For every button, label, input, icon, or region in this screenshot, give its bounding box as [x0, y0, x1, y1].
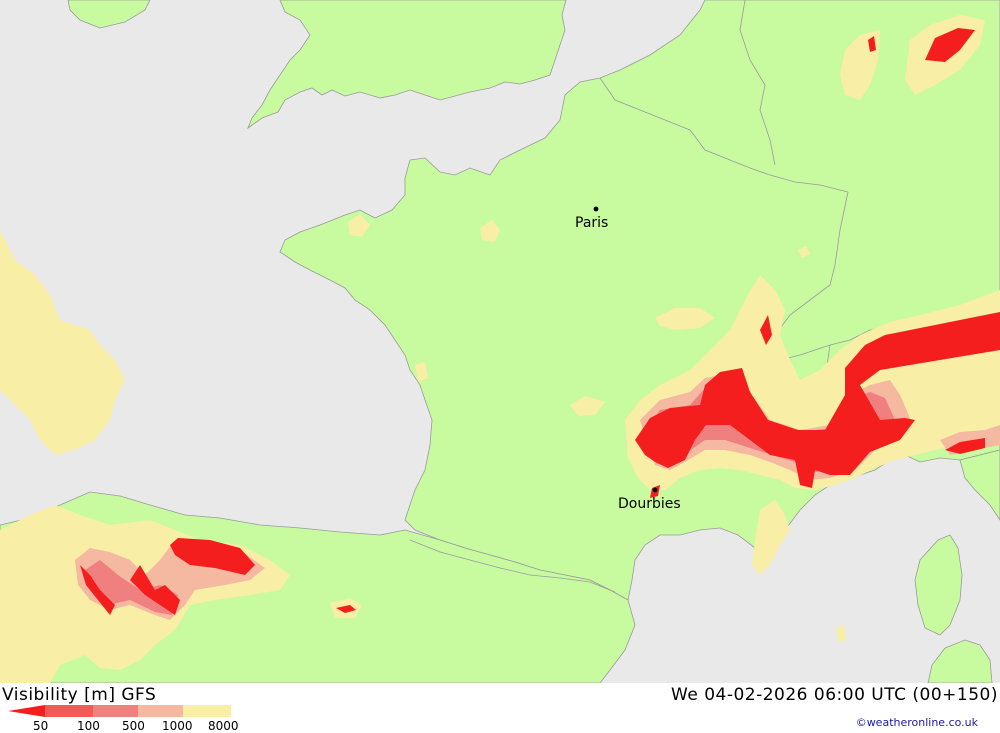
city-label-paris: Paris — [575, 215, 608, 231]
legend-tick-1000: 1000 — [162, 719, 193, 733]
legend-colorbar — [8, 705, 231, 717]
city-marker-dourbies — [652, 487, 658, 493]
city-marker-paris — [593, 206, 599, 212]
legend-tick-8000: 8000 — [208, 719, 239, 733]
legend-tick-100: 100 — [77, 719, 100, 733]
legend-swatch-100 — [45, 705, 93, 717]
legend-tick-500: 500 — [122, 719, 145, 733]
legend-swatch-50 — [8, 705, 45, 717]
visibility-map[interactable]: Paris Dourbies — [0, 0, 1000, 683]
credit-link[interactable]: ©weatheronline.co.uk — [856, 716, 978, 729]
legend-swatch-8000 — [183, 705, 231, 717]
legend-tick-50: 50 — [33, 719, 49, 733]
map-title: Visibility [m] GFS — [2, 685, 157, 705]
map-valid-time: We 04-02-2026 06:00 UTC (00+150) — [671, 685, 998, 705]
map-footer: Visibility [m] GFS We 04-02-2026 06:00 U… — [0, 683, 1000, 733]
city-label-dourbies: Dourbies — [618, 496, 681, 512]
legend-swatch-1000 — [138, 705, 183, 717]
legend-swatch-500 — [93, 705, 138, 717]
visibility-legend: 50 100 500 1000 8000 — [0, 705, 260, 733]
